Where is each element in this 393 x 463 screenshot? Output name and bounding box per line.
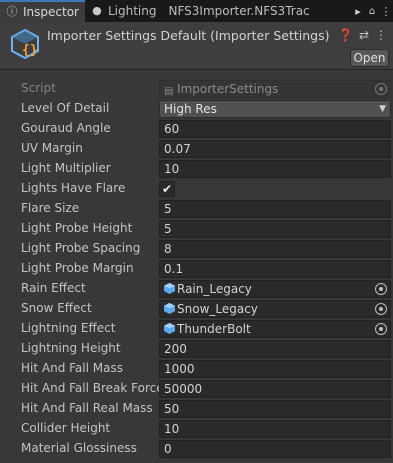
tab-inspector[interactable]: ⓘ Inspector <box>0 0 85 22</box>
level-of-detail-dropdown[interactable]: High Res ▼ <box>159 100 391 118</box>
property-row-rain-effect: Rain Effect Rain_Legacy <box>0 279 393 299</box>
header-icons: ❓ ⇄ ⋮ <box>338 28 387 42</box>
collider-height-field[interactable]: 10 <box>159 420 391 438</box>
property-row-lightning-height: Lightning Height 200 <box>0 339 393 359</box>
object-picker-icon[interactable] <box>375 283 387 295</box>
object-picker-icon[interactable] <box>375 323 387 335</box>
light-probe-spacing-field[interactable]: 8 <box>159 240 391 258</box>
property-label: Hit And Fall Mass <box>21 361 123 375</box>
property-row-light-probe-height: Light Probe Height 5 <box>0 219 393 239</box>
more-tabs-icon[interactable]: ▸ <box>351 5 365 18</box>
property-row-script: Script ▤ ImporterSettings <box>0 79 393 99</box>
light-probe-height-field[interactable]: 5 <box>159 220 391 238</box>
property-row-hit-and-fall-break-force: Hit And Fall Break Force 50000 <box>0 379 393 399</box>
properties-list: Script ▤ ImporterSettings Level Of Detail… <box>0 79 393 459</box>
property-row-uv-margin: UV Margin 0.07 <box>0 139 393 159</box>
flare-size-field[interactable]: 5 <box>159 200 391 218</box>
tab-controls: ▸ ⌂ ⋮ <box>351 0 393 22</box>
property-label: Script <box>21 81 56 95</box>
snow-effect-field[interactable]: Snow_Legacy <box>159 300 391 318</box>
uv-margin-field[interactable]: 0.07 <box>159 140 391 158</box>
open-button[interactable]: Open <box>350 49 389 67</box>
property-label: Lightning Height <box>21 341 121 355</box>
rain-effect-field[interactable]: Rain_Legacy <box>159 280 391 298</box>
property-row-hit-and-fall-real-mass: Hit And Fall Real Mass 50 <box>0 399 393 419</box>
inspector-header: {} Importer Settings Default (Importer S… <box>0 22 393 70</box>
field-value: Snow_Legacy <box>177 302 258 316</box>
property-label: Hit And Fall Break Force <box>21 381 164 395</box>
property-row-snow-effect: Snow Effect Snow_Legacy <box>0 299 393 319</box>
property-row-hit-and-fall-mass: Hit And Fall Mass 1000 <box>0 359 393 379</box>
lights-have-flare-checkbox[interactable]: ✔ <box>159 181 175 197</box>
property-label: Light Probe Margin <box>21 261 134 275</box>
hit-and-fall-break-force-field[interactable]: 50000 <box>159 380 391 398</box>
script-icon: ▤ <box>164 86 174 97</box>
svg-text:{}: {} <box>22 43 38 58</box>
scriptable-object-icon: {} <box>11 28 39 60</box>
property-label: Light Probe Height <box>21 221 133 235</box>
property-label: Lightning Effect <box>21 321 116 335</box>
property-label: Hit And Fall Real Mass <box>21 401 153 415</box>
menu-icon[interactable]: ⋮ <box>379 5 393 18</box>
tab-label: Lighting <box>107 4 157 18</box>
property-row-flare-size: Flare Size 5 <box>0 199 393 219</box>
prefab-icon <box>164 323 175 334</box>
material-glossiness-field[interactable]: 0 <box>159 440 391 458</box>
property-row-lightning-effect: Lightning Effect ThunderBolt <box>0 319 393 339</box>
property-label: Flare Size <box>21 201 80 215</box>
tab-label: Inspector <box>23 5 79 19</box>
property-row-gouraud-angle: Gouraud Angle 60 <box>0 119 393 139</box>
page-title: Importer Settings Default (Importer Sett… <box>47 28 330 43</box>
property-row-light-probe-margin: Light Probe Margin 0.1 <box>0 259 393 279</box>
preset-icon[interactable]: ⇄ <box>359 28 369 42</box>
property-label: Gouraud Angle <box>21 121 111 135</box>
property-label: UV Margin <box>21 141 83 155</box>
tab-lighting[interactable]: ● Lighting <box>85 0 163 22</box>
lightning-height-field[interactable]: 200 <box>159 340 391 358</box>
object-picker-icon[interactable] <box>375 303 387 315</box>
field-value: Rain_Legacy <box>177 282 252 296</box>
property-label: Level Of Detail <box>21 101 110 115</box>
lightbulb-icon: ● <box>92 4 102 17</box>
chevron-down-icon: ▼ <box>379 104 386 114</box>
help-icon[interactable]: ❓ <box>338 28 353 42</box>
lock-icon[interactable]: ⌂ <box>365 6 379 17</box>
property-row-collider-height: Collider Height 10 <box>0 419 393 439</box>
property-row-lights-have-flare: Lights Have Flare ✔ <box>0 179 393 199</box>
tab-nfs3-track[interactable]: NFS3Importer.NFS3Trac <box>163 0 370 22</box>
property-row-light-probe-spacing: Light Probe Spacing 8 <box>0 239 393 259</box>
object-picker-icon <box>375 83 387 95</box>
dropdown-value: High Res <box>164 102 217 116</box>
property-row-light-multiplier: Light Multiplier 10 <box>0 159 393 179</box>
field-value: ImporterSettings <box>177 82 279 96</box>
property-row-level-of-detail: Level Of Detail High Res ▼ <box>0 99 393 119</box>
info-icon: ⓘ <box>6 5 18 18</box>
light-multiplier-field[interactable]: 10 <box>159 160 391 178</box>
light-probe-margin-field[interactable]: 0.1 <box>159 260 391 278</box>
property-label: Rain Effect <box>21 281 86 295</box>
property-label: Collider Height <box>21 421 111 435</box>
script-field: ▤ ImporterSettings <box>159 80 391 98</box>
hit-and-fall-real-mass-field[interactable]: 50 <box>159 400 391 418</box>
property-label: Light Probe Spacing <box>21 241 141 255</box>
property-label: Material Glossiness <box>21 441 137 455</box>
prefab-icon <box>164 303 175 314</box>
property-label: Lights Have Flare <box>21 181 126 195</box>
prefab-icon <box>164 283 175 294</box>
lightning-effect-field[interactable]: ThunderBolt <box>159 320 391 338</box>
property-row-material-glossiness: Material Glossiness 0 <box>0 439 393 459</box>
gouraud-angle-field[interactable]: 60 <box>159 120 391 138</box>
tab-label: NFS3Importer.NFS3Trac <box>168 4 310 18</box>
hit-and-fall-mass-field[interactable]: 1000 <box>159 360 391 378</box>
property-label: Snow Effect <box>21 301 92 315</box>
tab-bar: ⓘ Inspector ● Lighting NFS3Importer.NFS3… <box>0 0 393 22</box>
property-label: Light Multiplier <box>21 161 111 175</box>
field-value: ThunderBolt <box>177 322 251 336</box>
context-menu-icon[interactable]: ⋮ <box>375 28 387 42</box>
